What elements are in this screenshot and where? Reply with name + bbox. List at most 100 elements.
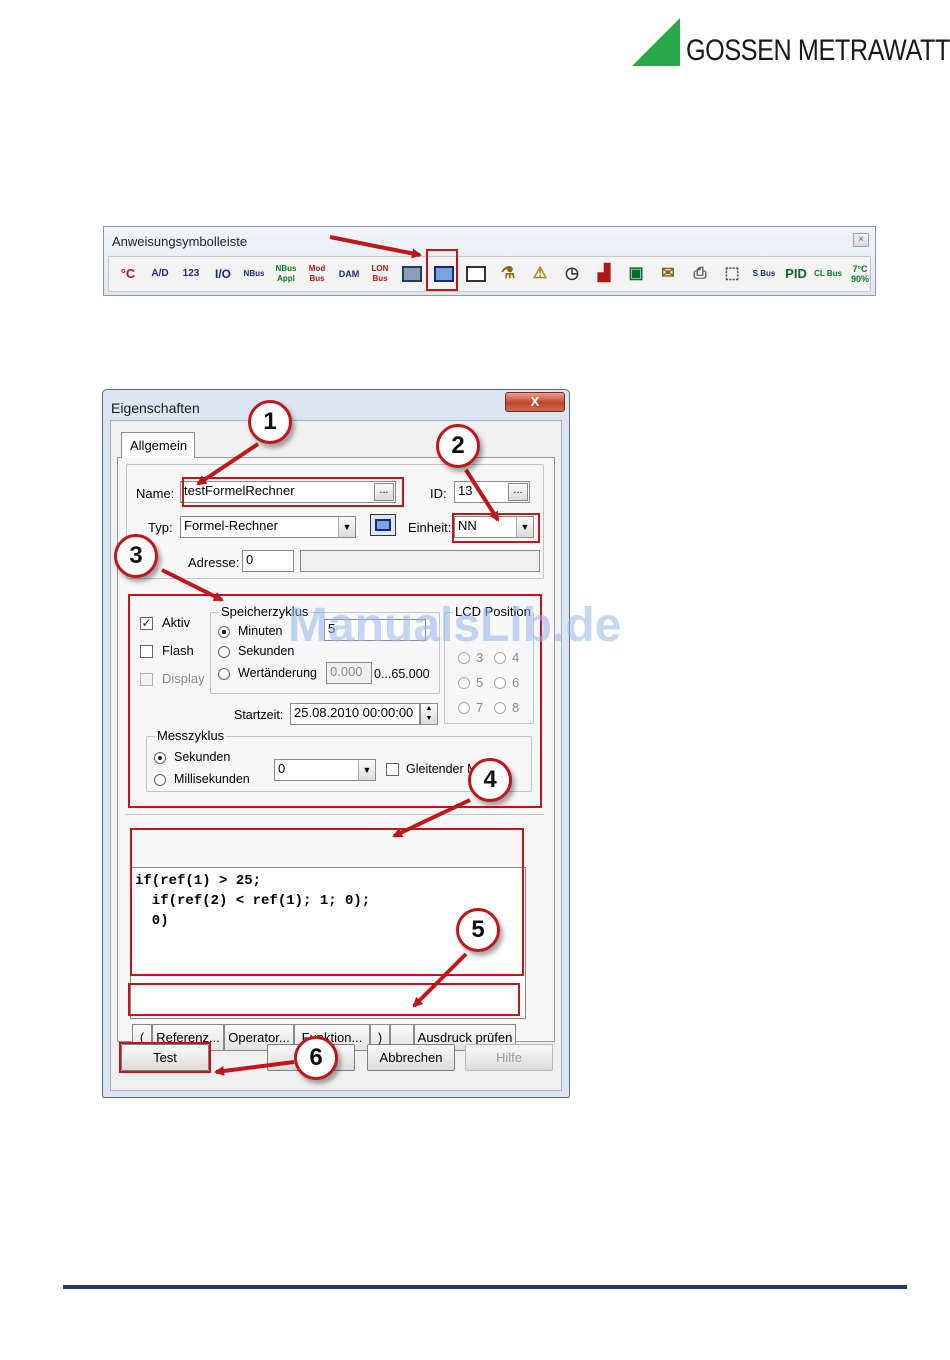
sekunden-label: Sekunden	[238, 644, 295, 658]
lcd-position-radio-5	[458, 677, 470, 689]
section-divider	[126, 814, 544, 815]
range-label: 0...65.000	[374, 667, 430, 681]
toolbar-highlight-box	[426, 249, 458, 291]
callout-1: 1	[248, 400, 292, 444]
alarm-icon[interactable]: ⚠	[525, 261, 555, 287]
brand-name: GOSSEN METRAWATT	[686, 34, 950, 67]
name-label: Name:	[136, 486, 175, 501]
lcd-position-label-6: 6	[512, 675, 520, 690]
device-icon[interactable]	[397, 261, 427, 287]
window-icon[interactable]	[461, 261, 491, 287]
modbus-icon[interactable]: Mod Bus	[302, 261, 332, 287]
wertaenderung-radio[interactable]	[218, 668, 230, 680]
flash-checkbox[interactable]	[140, 645, 153, 658]
sekunden-radio[interactable]	[218, 646, 230, 658]
sbus-icon[interactable]: S Bus	[749, 261, 779, 287]
gleitender-label: Gleitender M	[406, 762, 478, 776]
lcd-position-radio-6	[494, 677, 506, 689]
callout-6: 6	[294, 1036, 338, 1080]
gleitender-checkbox[interactable]	[386, 763, 399, 776]
aktiv-checkbox[interactable]: ✓	[140, 617, 153, 630]
dam-icon[interactable]: DAM	[334, 261, 364, 287]
callout-5: 5	[456, 908, 500, 952]
hilfe-button: Hilfe	[465, 1044, 553, 1071]
typ-select[interactable]: Formel-Rechner ▼	[180, 516, 356, 538]
logo-triangle-icon	[632, 18, 680, 66]
lcd-position-radio-7	[458, 702, 470, 714]
toolbar-close-button[interactable]: ×	[853, 233, 869, 247]
flask-icon[interactable]: ⚗	[493, 261, 523, 287]
mess-millisekunden-label: Millisekunden	[174, 772, 250, 786]
minuten-label: Minuten	[238, 624, 283, 638]
typ-value: Formel-Rechner	[184, 518, 278, 533]
adresse-label: Adresse:	[188, 555, 240, 570]
tab-allgemein[interactable]: Allgemein	[121, 432, 195, 458]
callout-box-einheit	[452, 513, 540, 543]
toolbar-title: Anweisungsymbolleiste	[112, 234, 248, 249]
lon-bus-icon[interactable]: LON Bus	[365, 261, 395, 287]
startzeit-label: Startzeit:	[234, 708, 284, 722]
startzeit-spinner[interactable]: ▲ ▼	[420, 703, 438, 725]
dialog-close-button[interactable]: X	[505, 392, 565, 412]
chevron-down-icon: ▼	[358, 760, 375, 780]
timer-icon[interactable]: ▣	[621, 261, 651, 287]
callout-box-name	[182, 477, 404, 507]
abbrechen-button[interactable]: Abbrechen	[367, 1044, 455, 1071]
adresse-field[interactable]: 0	[242, 550, 294, 572]
messzyklus-title: Messzyklus	[155, 728, 227, 743]
chevron-down-icon: ▼	[338, 517, 355, 537]
lcd-position-radio-4	[494, 652, 506, 664]
mess-millisekunden-radio[interactable]	[154, 774, 166, 786]
counter-icon[interactable]: 123	[176, 261, 206, 287]
id-label: ID:	[430, 486, 447, 501]
printer-icon[interactable]: ⎙	[685, 261, 715, 287]
formula-calculator-icon	[370, 514, 396, 536]
clock-icon[interactable]: ◷	[557, 261, 587, 287]
id-browse-button[interactable]: ...	[508, 483, 528, 501]
adresse-info-field	[300, 550, 540, 572]
wertaenderung-label: Wertänderung	[238, 666, 317, 680]
flash-label: Flash	[162, 643, 194, 658]
lcd-position-label-8: 8	[512, 700, 520, 715]
display-label: Display	[162, 671, 205, 686]
instruction-toolbar: Anweisungsymbolleiste × °C A/D 123 I/O N…	[103, 226, 876, 296]
lcd-position-radio-3	[458, 652, 470, 664]
wertaenderung-field: 0.000	[326, 662, 372, 684]
dialog-title: Eigenschaften	[111, 400, 200, 416]
callout-box-test	[119, 1042, 211, 1073]
messzyklus-value: 0	[278, 761, 286, 776]
cl-bus-icon[interactable]: CL Bus	[813, 261, 843, 287]
tab-panel-allgemein: Name: testFormelRechner ... ID: 13 ... T…	[117, 457, 555, 1051]
callout-box-expr-buttons	[128, 983, 520, 1016]
climate-icon[interactable]: 7°C 90%	[845, 261, 875, 287]
trend-icon[interactable]: ⬚	[717, 261, 747, 287]
callout-3: 3	[114, 534, 158, 578]
properties-dialog: Eigenschaften X Allgemein Name: testForm…	[102, 389, 570, 1098]
messzyklus-select[interactable]: 0 ▼	[274, 759, 376, 781]
einheit-label: Einheit:	[408, 520, 452, 535]
startzeit-field[interactable]: 25.08.2010 00:00:00	[290, 703, 420, 725]
io-icon[interactable]: I/O	[208, 261, 238, 287]
callout-box-formula	[130, 828, 524, 976]
callout-2: 2	[436, 424, 480, 468]
footer-rule	[63, 1285, 907, 1289]
analog-digital-icon[interactable]: A/D	[145, 261, 175, 287]
brand-logo: GOSSEN METRAWATT	[632, 18, 950, 68]
watermark: ManualsLib.de	[288, 599, 622, 652]
mess-sekunden-radio[interactable]	[154, 752, 166, 764]
pid-icon[interactable]: PID	[781, 261, 811, 287]
mess-sekunden-label: Sekunden	[174, 750, 231, 764]
dialog-body: Allgemein Name: testFormelRechner ... ID…	[110, 420, 562, 1091]
temperature-icon[interactable]: °C	[113, 261, 143, 287]
lcd-position-label-7: 7	[476, 700, 484, 715]
lcd-position-radio-8	[494, 702, 506, 714]
typ-label: Typ:	[148, 520, 173, 535]
nbus-icon[interactable]: NBus	[239, 261, 269, 287]
minuten-radio[interactable]	[218, 626, 230, 638]
aktiv-label: Aktiv	[162, 615, 191, 630]
toolbar-icon-strip: °C A/D 123 I/O NBus NBus Appl Mod Bus DA…	[108, 256, 871, 292]
lcd-position-label-5: 5	[476, 675, 484, 690]
chart-icon[interactable]: ▟	[589, 261, 619, 287]
nbus-appl-icon[interactable]: NBus Appl	[271, 261, 301, 287]
mail-icon[interactable]: ✉	[653, 261, 683, 287]
